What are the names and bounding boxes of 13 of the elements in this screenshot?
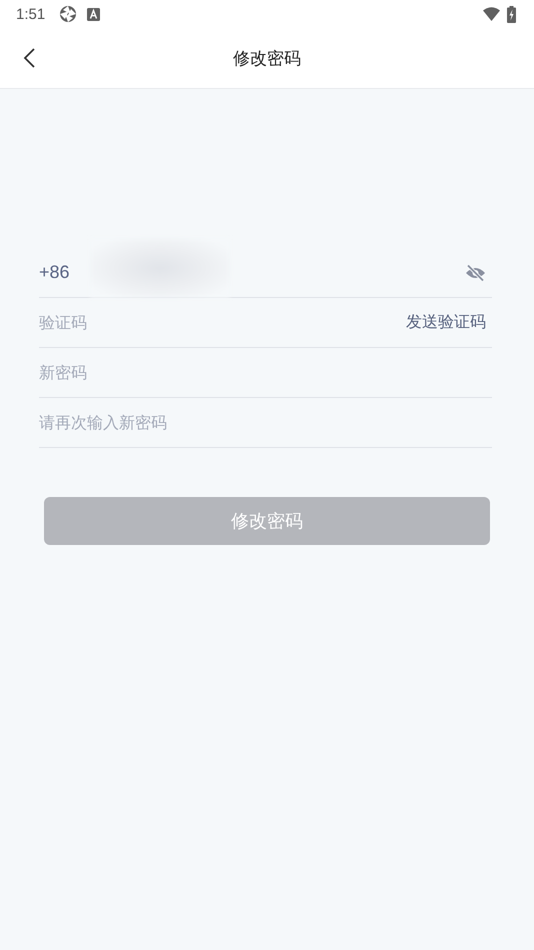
country-code: +86 bbox=[39, 262, 71, 283]
send-code-button[interactable]: 发送验证码 bbox=[406, 312, 492, 333]
wifi-icon bbox=[483, 7, 500, 21]
clock: 1:51 bbox=[16, 6, 46, 22]
text-app-icon bbox=[87, 8, 100, 20]
page-title: 修改密码 bbox=[233, 48, 301, 70]
back-icon bbox=[23, 48, 35, 68]
aperture-icon bbox=[59, 5, 78, 23]
code-field[interactable]: 验证码 bbox=[39, 308, 406, 338]
eye-off-icon[interactable] bbox=[465, 264, 486, 282]
battery-charging-icon bbox=[507, 6, 516, 22]
password-field[interactable]: 请再次输入新密码 bbox=[39, 408, 492, 438]
password-field[interactable]: 新密码 bbox=[39, 358, 492, 388]
